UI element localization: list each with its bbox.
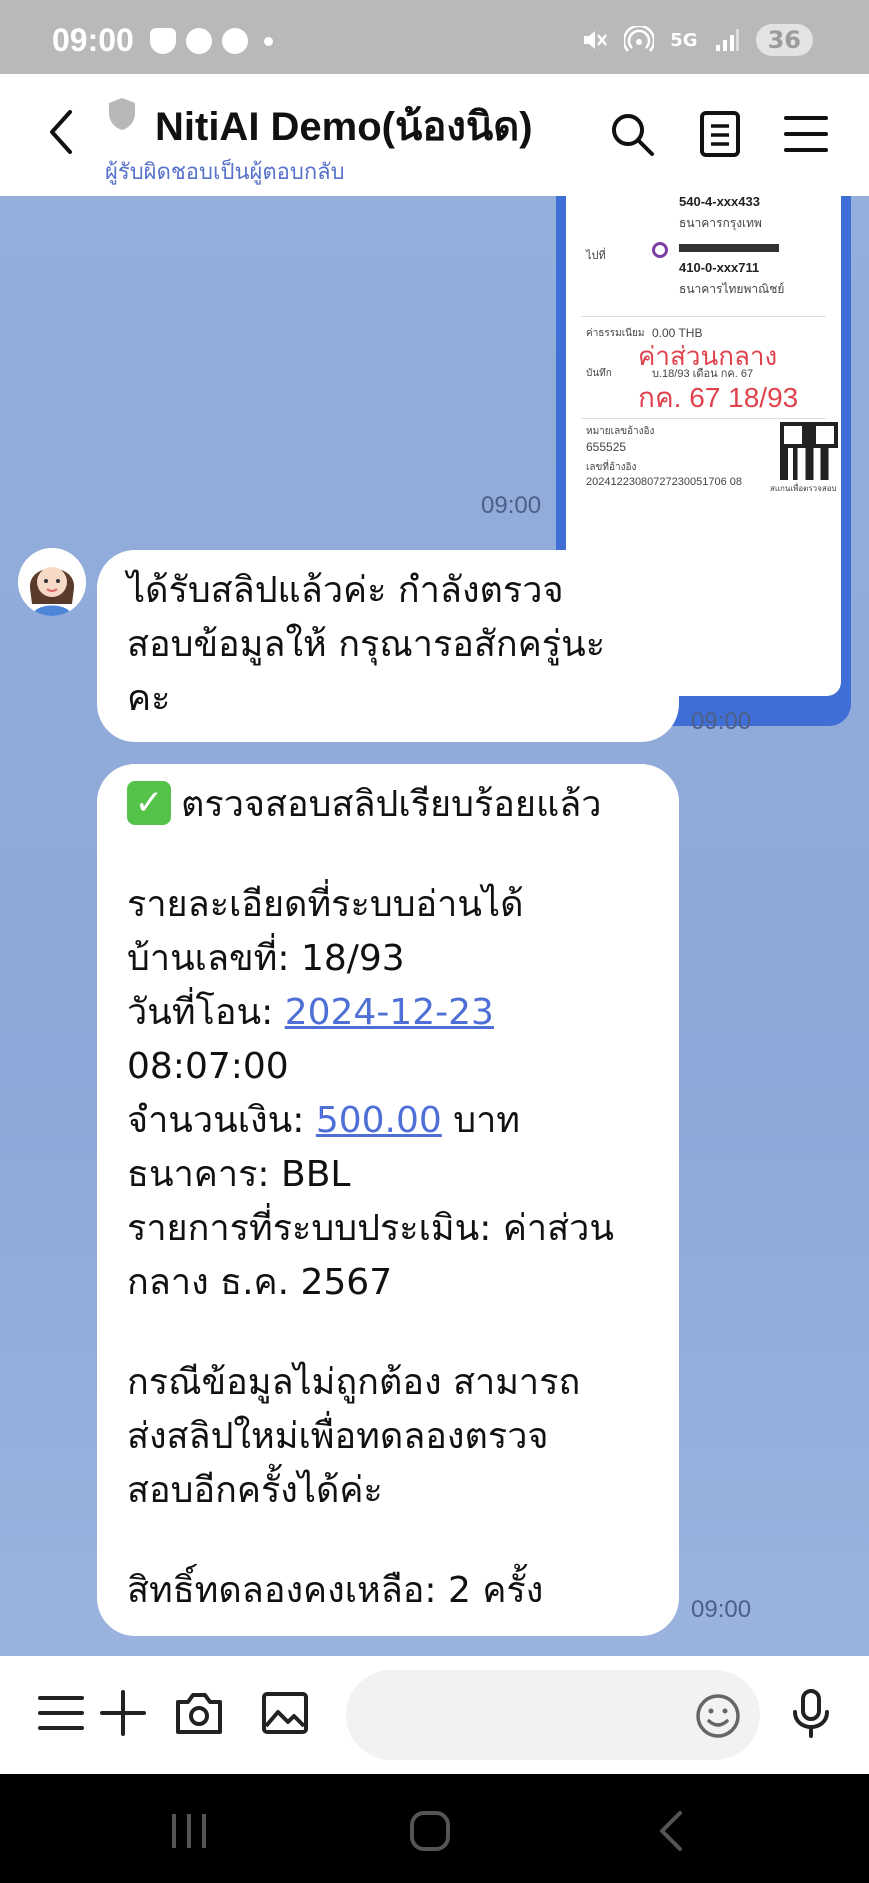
slip-divider — [581, 316, 826, 317]
search-icon[interactable] — [608, 108, 656, 160]
status-bar: 09:00 5G 36 — [0, 0, 869, 74]
slip-ref: 655525 — [586, 440, 627, 454]
chat-header: NitiAI Demo(น้องนิด) ผู้รับผิดชอบเป็นผู้… — [0, 74, 869, 196]
chat-subtitle: ผู้รับผิดชอบเป็นผู้ตอบกลับ — [105, 160, 345, 185]
notes-icon[interactable] — [696, 108, 744, 160]
slip-ref2-label: เลขที่อ้างอิง — [586, 462, 637, 473]
slip-handwritten-note-2: กค. 67 18/93 — [638, 382, 799, 413]
message-text: ได้รับสลิปแล้วค่ะ กำลังตรวจ — [127, 570, 564, 611]
slip-from-account: 540-4-xxx433 — [679, 196, 760, 209]
slip-ref2: 20241223080727230051706 08 — [586, 476, 742, 488]
chat-title: NitiAI Demo(น้องนิด) — [155, 105, 533, 149]
status-time: 09:00 — [52, 22, 134, 58]
slip-memo-label: บันทึก — [586, 368, 612, 379]
emoji-icon[interactable] — [694, 1692, 742, 1740]
message-time: 09:00 — [481, 492, 542, 519]
rich-menu-icon[interactable] — [36, 1688, 86, 1738]
transfer-date-label: วันที่โอน: — [127, 992, 285, 1033]
verified-heading: ✓ ตรวจสอบสลิปเรียบร้อยแล้ว — [127, 778, 649, 832]
chat-notification-icon — [222, 28, 248, 54]
slip-ref-label: หมายเลขอ้างอิง — [586, 426, 655, 437]
transfer-date-line: วันที่โอน: 2024-12-23 — [127, 986, 649, 1040]
home-icon[interactable] — [405, 1806, 455, 1856]
message-input-bar — [0, 1656, 869, 1774]
avatar-illustration — [18, 548, 86, 616]
more-notifications-dot-icon — [264, 36, 273, 46]
slip-divider — [581, 418, 826, 419]
note-line: กรณีข้อมูลไม่ถูกต้อง สามารถ — [127, 1362, 581, 1403]
slip-to-label: ไปที่ — [586, 250, 606, 262]
amount-label: จำนวนเงิน: — [127, 1100, 316, 1141]
bot-message-verified[interactable]: ✓ ตรวจสอบสลิปเรียบร้อยแล้ว รายละเอียดที่ร… — [97, 764, 679, 1636]
shield-notification-icon — [150, 28, 176, 54]
gallery-icon[interactable] — [260, 1688, 310, 1738]
note-line: สอบอีกครั้งได้ค่ะ — [127, 1470, 383, 1511]
recent-apps-icon[interactable] — [164, 1806, 214, 1856]
system-navigation-bar — [0, 1774, 869, 1883]
slip-to-bank: ธนาคารไทยพาณิชย์ — [679, 282, 785, 296]
redacted-name — [679, 244, 779, 252]
battery-indicator: 36 — [755, 24, 813, 56]
hotspot-icon — [624, 26, 655, 52]
message-text: สอบข้อมูลให้ กรุณารอสักครู่นะ — [127, 624, 606, 665]
bot-avatar[interactable] — [18, 548, 86, 616]
message-text-field[interactable] — [346, 1670, 760, 1760]
system-icons: 5G 36 — [580, 24, 813, 56]
back-nav-icon[interactable] — [648, 1806, 698, 1856]
amount-unit: บาท — [441, 1100, 521, 1141]
microphone-icon[interactable] — [786, 1688, 836, 1738]
notification-icons — [150, 28, 273, 54]
camera-icon[interactable] — [174, 1688, 224, 1738]
qr-caption: สแกนเพื่อตรวจสอบ — [770, 484, 837, 493]
menu-icon[interactable] — [782, 108, 830, 160]
slip-from-bank: ธนาคารกรุงเทพ — [679, 216, 762, 230]
network-type-label: 5G — [670, 29, 698, 51]
slip-fee-label: ค่าธรรมเนียม — [586, 328, 645, 339]
amount-link[interactable]: 500.00 — [316, 1100, 442, 1141]
bot-message-received[interactable]: ได้รับสลิปแล้วค่ะ กำลังตรวจ สอบข้อมูลให้… — [97, 550, 679, 742]
scb-bank-logo-icon — [652, 242, 668, 258]
amount-line: จำนวนเงิน: 500.00 บาท — [127, 1094, 649, 1148]
transfer-time: 08:07:00 — [127, 1046, 289, 1087]
qr-code — [780, 422, 838, 480]
bank-line: ธนาคาร: BBL — [127, 1154, 351, 1195]
slip-to-account: 410-0-xxx711 — [679, 260, 760, 275]
plus-icon[interactable] — [98, 1688, 148, 1738]
check-mark-icon: ✓ — [127, 781, 171, 825]
house-number: บ้านเลขที่: 18/93 — [127, 938, 405, 979]
message-time: 09:00 — [691, 708, 752, 735]
assessed-item-line: รายการที่ระบบประเมิน: ค่าส่วน — [127, 1208, 614, 1249]
official-account-shield-icon — [109, 98, 135, 130]
message-text: คะ — [127, 678, 171, 719]
verified-heading-text: ตรวจสอบสลิปเรียบร้อยแล้ว — [181, 784, 602, 825]
chat-area[interactable]: 540-4-xxx433 ธนาคารกรุงเทพ ไปที่ 410-0-x… — [0, 196, 869, 1656]
line-notification-icon — [186, 28, 212, 54]
message-time: 09:00 — [691, 1596, 752, 1623]
transfer-date-link[interactable]: 2024-12-23 — [285, 992, 494, 1033]
note-line: ส่งสลิปใหม่เพื่อทดลองตรวจ — [127, 1416, 549, 1457]
assessed-item-line: กลาง ธ.ค. 2567 — [127, 1262, 393, 1303]
back-arrow-icon[interactable] — [38, 102, 88, 162]
mute-icon — [584, 31, 608, 49]
signal-icon — [715, 29, 739, 51]
details-title: รายละเอียดที่ระบบอ่านได้ — [127, 884, 524, 925]
remaining-attempts: สิทธิ์ทดลองคงเหลือ: 2 ครั้ง — [127, 1570, 544, 1611]
